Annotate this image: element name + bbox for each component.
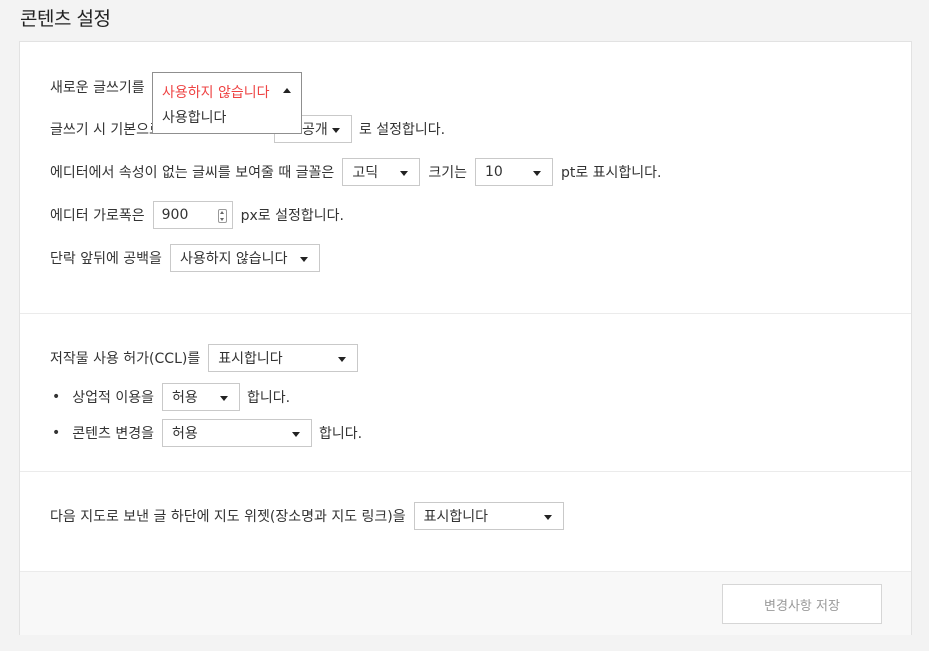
commercial-value: 허용 (172, 390, 198, 406)
chevron-down-icon (331, 128, 340, 133)
chevron-down-icon (543, 515, 552, 520)
modify-row: • 콘텐츠 변경을 허용 합니다. (50, 419, 362, 447)
commercial-select[interactable]: 허용 (162, 383, 240, 411)
new-editor-label: 새로운 글쓰기를 (50, 80, 145, 96)
width-input[interactable]: 900 (152, 201, 233, 229)
commercial-suffix: 합니다. (247, 390, 291, 406)
section-divider (20, 471, 911, 472)
paragraph-value: 사용하지 않습니다 (179, 251, 288, 267)
default-visibility-suffix: 로 설정합니다. (358, 122, 446, 138)
paragraph-label: 단락 앞뒤에 공백을 (50, 251, 162, 267)
width-label: 에디터 가로폭은 (50, 208, 145, 224)
modify-suffix: 합니다. (319, 426, 363, 442)
map-select[interactable]: 표시합니다 (413, 502, 564, 530)
dropdown-option[interactable]: 사용합니다 (162, 107, 226, 127)
map-row: 다음 지도로 보낸 글 하단에 지도 위젯(장소명과 지도 링크)을 표시합니다 (50, 502, 564, 530)
default-visibility-label: 글쓰기 시 기본으로 (50, 122, 162, 138)
map-value: 표시합니다 (423, 509, 489, 525)
bullet: • (52, 425, 61, 441)
chevron-down-icon (292, 432, 300, 437)
new-editor-dropdown[interactable]: 사용하지 않습니다 사용합니다 (152, 72, 302, 134)
section-divider (20, 313, 911, 314)
modify-value: 허용 (172, 426, 198, 442)
footer: 변경사항 저장 (20, 571, 911, 635)
size-select[interactable]: 10 (474, 158, 553, 186)
chevron-down-icon (220, 396, 228, 401)
ccl-label: 저작물 사용 허가(CCL)를 (50, 351, 201, 367)
font-select[interactable]: 고딕 (342, 158, 421, 186)
ccl-value: 표시합니다 (218, 351, 283, 367)
page-title: 콘텐츠 설정 (20, 8, 111, 30)
save-button[interactable]: 변경사항 저장 (722, 584, 882, 624)
font-value: 고딕 (352, 165, 379, 181)
chevron-up-icon (283, 88, 291, 93)
map-label: 다음 지도로 보낸 글 하단에 지도 위젯(장소명과 지도 링크)을 (50, 509, 406, 525)
modify-select[interactable]: 허용 (162, 419, 312, 447)
modify-label: 콘텐츠 변경을 (72, 426, 154, 442)
width-suffix: px로 설정합니다. (240, 208, 344, 224)
new-editor-row: 새로운 글쓰기를 (50, 77, 145, 97)
width-value: 900 (161, 207, 189, 223)
ccl-row: 저작물 사용 허가(CCL)를 표시합니다 (50, 344, 359, 372)
paragraph-select[interactable]: 사용하지 않습니다 (169, 244, 320, 272)
chevron-down-icon (338, 357, 347, 362)
new-editor-selected-option[interactable]: 사용하지 않습니다 (162, 82, 270, 102)
size-suffix: pt로 표시합니다. (560, 165, 662, 181)
size-value: 10 (484, 164, 503, 180)
chevron-down-icon (299, 257, 308, 262)
size-label: 크기는 (428, 165, 467, 181)
spinner-icon[interactable] (217, 209, 227, 223)
commercial-label: 상업적 이용을 (72, 390, 154, 406)
chevron-down-icon (400, 171, 409, 176)
chevron-down-icon (532, 171, 541, 176)
commercial-row: • 상업적 이용을 허용 합니다. (50, 383, 290, 411)
ccl-select[interactable]: 표시합니다 (208, 344, 359, 372)
font-row: 에디터에서 속성이 없는 글씨를 보여줄 때 글꼴은 고딕 크기는 10 pt로… (50, 158, 662, 186)
paragraph-row: 단락 앞뒤에 공백을 사용하지 않습니다 (50, 244, 320, 272)
bullet: • (52, 389, 61, 405)
width-row: 에디터 가로폭은 900 px로 설정합니다. (50, 201, 344, 229)
font-label: 에디터에서 속성이 없는 글씨를 보여줄 때 글꼴은 (50, 165, 335, 181)
